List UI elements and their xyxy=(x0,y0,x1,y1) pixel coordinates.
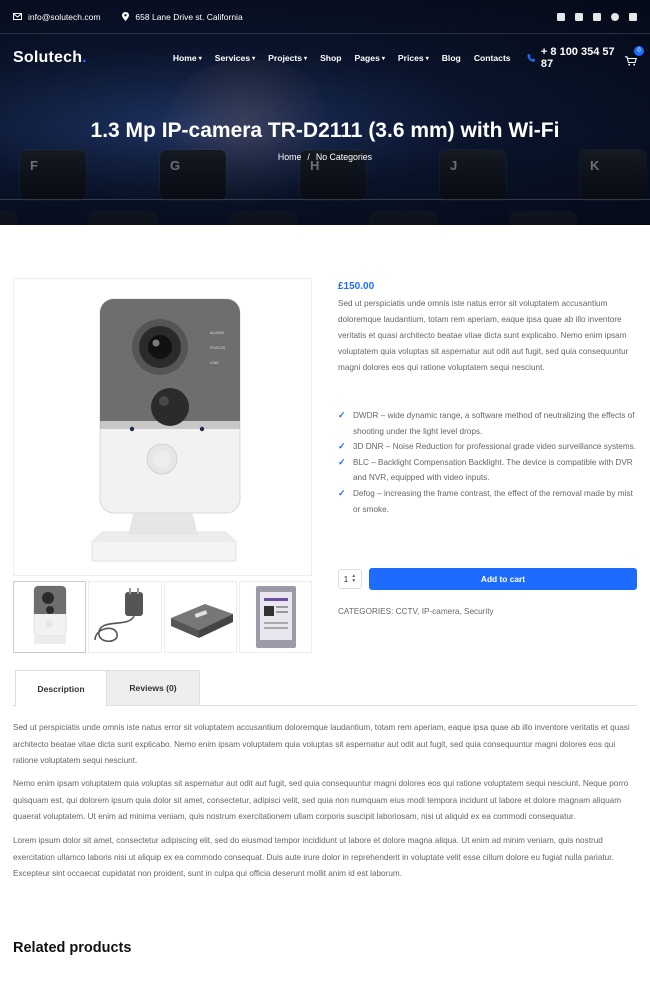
device-box-image xyxy=(170,604,233,638)
power-adapter-image xyxy=(94,588,144,643)
chevron-down-icon: ▾ xyxy=(381,55,385,62)
quantity-stepper[interactable]: 1 ▲ ▼ xyxy=(338,569,362,589)
tab-description[interactable]: Description xyxy=(15,670,107,707)
breadcrumb-current: No Categories xyxy=(315,152,373,162)
mail-icon xyxy=(13,13,22,20)
facebook-icon[interactable] xyxy=(557,12,565,21)
twitter-icon[interactable] xyxy=(575,12,583,21)
camera-label: STATUS xyxy=(210,345,226,350)
main-menu: Home ▾ Services ▾ Projects ▾ Shop Pages ▾ Pr… xyxy=(173,53,511,63)
nav-item-services[interactable]: Services ▾ xyxy=(215,53,255,63)
quantity-value: 1 xyxy=(343,574,349,584)
nav-item-shop[interactable]: Shop xyxy=(320,53,341,63)
topbar-address: 658 Lane Drive st. California xyxy=(122,11,243,22)
checkmark-icon: ✓ xyxy=(338,456,346,467)
product-short-description: Sed ut perspiciatis unde omnis iste natu… xyxy=(338,299,629,372)
description-paragraph: Nemo enim ipsam voluptatem quia voluptas… xyxy=(13,779,629,821)
site-logo[interactable]: Solutech. xyxy=(13,49,87,67)
product-features: ✓ DWDR – wide dynamic range, a software m… xyxy=(338,408,638,517)
youtube-icon[interactable] xyxy=(593,12,601,21)
camera-thumbnail-image xyxy=(33,585,67,644)
page-title: 1.3 Mp IP-camera TR-D2111 (3.6 mm) with … xyxy=(90,119,560,142)
nav-item-contacts[interactable]: Contacts xyxy=(474,53,511,63)
related-products-heading: Related products xyxy=(13,940,132,956)
thumbnail-box[interactable] xyxy=(163,581,237,653)
add-to-cart-button[interactable]: Add to cart xyxy=(369,568,637,590)
stepper-arrows-icon[interactable]: ▲ ▼ xyxy=(351,574,356,584)
description-paragraph: Lorem ipsum dolor sit amet, consectetur … xyxy=(13,836,614,878)
chevron-down-icon: ▾ xyxy=(304,55,308,62)
top-bar: info@solutech.com 658 Lane Drive st. Cal… xyxy=(0,0,650,34)
nav-item-home[interactable]: Home ▾ xyxy=(173,53,202,63)
feature-item: ✓ Defog – increasing the frame contrast, … xyxy=(338,487,633,514)
map-pin-icon xyxy=(122,12,130,21)
header-phone[interactable]: + 8 100 354 57 87 xyxy=(527,46,615,70)
hero-banner: F G H J K info@solutech.com 658 Lane Dri… xyxy=(0,0,650,225)
camera-label: LINK xyxy=(210,360,219,365)
chevron-down-icon: ▾ xyxy=(198,55,202,62)
phone-icon xyxy=(527,54,535,62)
product-main-image[interactable]: ALARM STATUS LINK xyxy=(13,278,312,576)
product-categories: CATEGORIES: CCTV, IP-camera, Security xyxy=(338,607,494,616)
tab-reviews[interactable]: Reviews (0) xyxy=(107,670,200,706)
breadcrumb-separator: / xyxy=(307,152,310,162)
feature-item: ✓ BLC – Backlight Compensation Backlight.… xyxy=(338,456,633,483)
feature-item: ✓ 3D DNR – Noise Reduction for profession… xyxy=(338,439,638,455)
topbar-email[interactable]: info@solutech.com xyxy=(13,12,100,22)
breadcrumb-home[interactable]: Home xyxy=(278,152,301,162)
hero-divider xyxy=(0,199,650,200)
header-phone-number: + 8 100 354 57 87 xyxy=(540,46,615,70)
description-paragraph: Sed ut perspiciatis unde omnis iste natu… xyxy=(13,723,630,765)
social-links xyxy=(557,12,637,21)
linkedin-icon[interactable] xyxy=(629,12,637,21)
nav-item-prices[interactable]: Prices ▾ xyxy=(398,53,429,63)
checkmark-icon: ✓ xyxy=(338,410,346,420)
ip-camera-image: ALARM STATUS LINK xyxy=(91,298,241,562)
checkmark-icon: ✓ xyxy=(338,487,346,498)
github-icon[interactable] xyxy=(611,12,619,21)
product-price: £150.00 xyxy=(338,281,375,292)
thumbnail-camera[interactable] xyxy=(13,581,87,653)
breadcrumb: Home / No Categories xyxy=(0,152,650,162)
product-tabs: Description Reviews (0) xyxy=(13,670,637,707)
thumbnail-hdd[interactable] xyxy=(238,581,312,653)
topbar-address-text: 658 Lane Drive st. California xyxy=(135,11,243,22)
product-thumbnails xyxy=(13,581,312,653)
cart-icon xyxy=(625,56,638,66)
main-navbar: Solutech. Home ▾ Services ▾ Projects ▾ Shop… xyxy=(0,34,650,82)
nav-item-projects[interactable]: Projects ▾ xyxy=(268,53,307,63)
topbar-email-text: info@solutech.com xyxy=(28,11,101,22)
feature-item: ✓ DWDR – wide dynamic range, a software m… xyxy=(338,410,635,436)
chevron-down-icon: ▾ xyxy=(252,55,256,62)
nav-item-blog[interactable]: Blog xyxy=(442,53,461,63)
cart-count-badge: 0 xyxy=(634,46,644,56)
checkmark-icon: ✓ xyxy=(338,441,346,452)
thumbnail-adapter[interactable] xyxy=(88,581,162,653)
nav-item-pages[interactable]: Pages ▾ xyxy=(355,53,385,63)
hard-drive-image xyxy=(255,586,296,648)
chevron-down-icon: ▾ xyxy=(425,55,429,62)
camera-label: ALARM xyxy=(210,330,224,335)
header-cart[interactable]: 0 xyxy=(625,46,644,66)
